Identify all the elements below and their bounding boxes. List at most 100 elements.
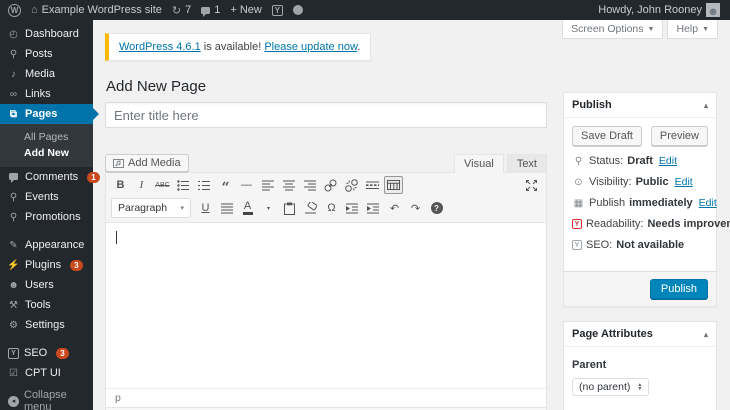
redo-button[interactable]: ↷ <box>406 199 425 217</box>
tab-text[interactable]: Text <box>507 154 547 173</box>
menu-separator <box>0 335 93 343</box>
editor-content-area[interactable] <box>106 222 546 388</box>
undo-button[interactable]: ↶ <box>385 199 404 217</box>
align-center-button[interactable] <box>279 176 298 194</box>
edit-status-link[interactable]: Edit <box>659 155 677 167</box>
justify-button[interactable] <box>217 199 236 217</box>
sidebar-item-cpt-ui[interactable]: ☑ CPT UI <box>0 363 93 383</box>
submenu-item-label: All Pages <box>24 131 68 143</box>
sidebar-item-settings[interactable]: ⚙ Settings <box>0 315 93 335</box>
status-row: ⚲ Status: Draft Edit <box>572 155 708 167</box>
indent-button[interactable] <box>364 199 383 217</box>
submenu-item-all-pages[interactable]: All Pages <box>0 129 93 145</box>
comments-link[interactable]: 1 <box>201 4 220 16</box>
plugin-circle-menu[interactable] <box>293 5 303 15</box>
parent-page-select[interactable]: (no parent) ▲ ▼ <box>572 378 649 396</box>
new-content-menu[interactable]: + New <box>230 4 262 16</box>
seo-count-badge: 3 <box>56 348 68 359</box>
special-character-button[interactable]: Ω <box>322 199 341 217</box>
updates-link[interactable]: ↻ 7 <box>172 4 191 17</box>
screen-options-button[interactable]: Screen Options ▼ <box>562 20 663 39</box>
paste-as-text-button[interactable] <box>280 199 299 217</box>
horizontal-rule-button[interactable]: — <box>237 176 256 194</box>
add-media-button[interactable]: Add Media <box>105 154 189 172</box>
submenu-item-label: Add New <box>24 147 69 159</box>
title-input[interactable] <box>105 102 547 128</box>
submenu-item-add-new[interactable]: Add New <box>0 145 93 161</box>
sidebar-item-links[interactable]: ∞ Links <box>0 84 93 104</box>
howdy-account-menu[interactable]: Howdy, John Rooney ☻ <box>598 3 720 17</box>
wordpress-version-link[interactable]: WordPress 4.6.1 <box>119 41 201 53</box>
tab-visual[interactable]: Visual <box>454 154 504 173</box>
readability-row: Y Readability: Needs improvement <box>572 218 708 230</box>
pages-submenu: All Pages Add New <box>0 124 93 167</box>
distraction-free-button[interactable] <box>522 176 541 194</box>
publish-button[interactable]: Publish <box>650 279 708 299</box>
align-left-button[interactable] <box>258 176 277 194</box>
publish-metabox-header[interactable]: Publish ▴ <box>564 93 716 118</box>
strikethrough-button[interactable]: ABC <box>153 176 172 194</box>
links-icon: ∞ <box>7 89 20 100</box>
pin-icon: ⚲ <box>572 156 585 167</box>
toolbar-toggle-button[interactable] <box>384 176 403 194</box>
bold-button[interactable]: B <box>111 176 130 194</box>
sidebar-item-promotions[interactable]: ⚲ Promotions <box>0 207 93 227</box>
help-label: Help <box>676 23 698 35</box>
sidebar-item-media[interactable]: ♪ Media <box>0 64 93 84</box>
site-name-label: Example WordPress site <box>42 4 162 16</box>
outdent-button[interactable] <box>343 199 362 217</box>
sidebar-item-label: Pages <box>25 108 57 120</box>
collapse-toggle-icon[interactable]: ▴ <box>704 330 708 339</box>
select-stepper-icon: ▲ ▼ <box>637 383 642 392</box>
clear-formatting-button[interactable] <box>301 199 320 217</box>
text-color-label: A <box>244 202 251 211</box>
editor-element-path[interactable]: p <box>106 388 546 407</box>
yoast-icon: Y <box>272 5 283 16</box>
sidebar-item-label: Tools <box>25 299 51 311</box>
blockquote-button[interactable]: “ <box>216 176 235 194</box>
remove-link-button[interactable] <box>342 176 361 194</box>
sidebar-item-plugins[interactable]: ⚡ Plugins 3 <box>0 255 93 275</box>
sidebar-item-pages[interactable]: ⧉ Pages <box>0 104 93 124</box>
edit-schedule-link[interactable]: Edit <box>699 197 717 209</box>
text-color-dropdown[interactable]: ▾ <box>259 199 278 217</box>
underline-button[interactable]: U <box>196 199 215 217</box>
sidebar-item-dashboard[interactable]: ◴ Dashboard <box>0 24 93 44</box>
text-color-button[interactable]: A <box>238 199 257 217</box>
collapse-toggle-icon[interactable]: ▴ <box>704 101 708 110</box>
edit-visibility-link[interactable]: Edit <box>675 176 693 188</box>
help-icon: ? <box>431 202 443 214</box>
seo-row: Y SEO: Not available <box>572 239 708 251</box>
clipboard-icon <box>284 202 295 215</box>
sidebar-item-seo[interactable]: Y SEO 3 <box>0 343 93 363</box>
sidebar-item-label: Plugins <box>25 259 61 271</box>
keyboard-shortcuts-help-button[interactable]: ? <box>427 199 446 217</box>
paragraph-format-select[interactable]: Paragraph ▾ <box>111 198 191 218</box>
toolbar-row-1: B I ABC “ — <box>106 173 546 196</box>
help-button[interactable]: Help ▼ <box>667 20 718 39</box>
sidebar-item-posts[interactable]: ⚲ Posts <box>0 44 93 64</box>
bullet-list-button[interactable] <box>174 176 193 194</box>
sidebar-item-events[interactable]: ⚲ Events <box>0 187 93 207</box>
italic-button[interactable]: I <box>132 176 151 194</box>
save-draft-button[interactable]: Save Draft <box>572 126 642 146</box>
sidebar-item-users[interactable]: ☻ Users <box>0 275 93 295</box>
wordpress-logo-menu[interactable]: W <box>8 4 21 17</box>
page-attributes-header[interactable]: Page Attributes ▴ <box>564 322 716 347</box>
preview-button[interactable]: Preview <box>651 126 708 146</box>
sidebar-item-tools[interactable]: ⚒ Tools <box>0 295 93 315</box>
collapse-menu-button[interactable]: ◂ Collapse menu <box>0 391 93 410</box>
menu-separator <box>0 227 93 235</box>
sidebar-item-comments[interactable]: Comments 1 <box>0 167 93 187</box>
align-right-button[interactable] <box>300 176 319 194</box>
visibility-value: Public <box>636 176 669 188</box>
read-more-button[interactable] <box>363 176 382 194</box>
bullet-list-icon <box>177 180 190 191</box>
insert-link-button[interactable] <box>321 176 340 194</box>
sidebar-item-appearance[interactable]: ✎ Appearance <box>0 235 93 255</box>
yoast-admin-menu[interactable]: Y <box>272 5 283 16</box>
chevron-down-icon: ▼ <box>648 26 655 33</box>
numbered-list-button[interactable] <box>195 176 214 194</box>
update-now-link[interactable]: Please update now <box>264 41 357 53</box>
site-name-link[interactable]: ⌂ Example WordPress site <box>31 4 162 16</box>
